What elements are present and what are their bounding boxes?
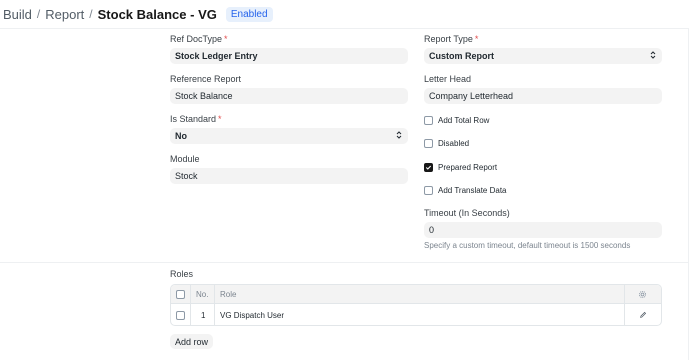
timeout-label: Timeout (In Seconds) (424, 208, 510, 218)
ref-doctype-label: Ref DocType * (170, 34, 228, 44)
is-standard-label: Is Standard * (170, 114, 222, 124)
timeout-help-text: Specify a custom timeout, default timeou… (424, 241, 631, 250)
report-type-value: Custom Report (429, 51, 494, 61)
column-header-role: Role (220, 289, 237, 299)
module-label: Module (170, 154, 200, 164)
timeout-value: 0 (429, 225, 435, 235)
letter-head-value: Company Letterhead (429, 91, 514, 101)
column-divider (624, 304, 625, 325)
check-icon (425, 165, 432, 170)
breadcrumb-separator: / (89, 7, 93, 21)
column-divider (214, 304, 215, 325)
reference-report-field[interactable]: Stock Balance (170, 88, 408, 104)
ref-doctype-value: Stock Ledger Entry (175, 51, 258, 61)
checkbox-box[interactable] (176, 289, 185, 299)
breadcrumb: Build / Report / Stock Balance - VG Enab… (0, 0, 690, 28)
status-badge: Enabled (225, 6, 273, 22)
checkbox-box[interactable] (176, 310, 185, 320)
checkbox-box[interactable] (424, 115, 433, 125)
table-header: No. Role (171, 285, 661, 304)
select-chevron-icon (650, 50, 656, 60)
prepared-report-checkbox[interactable]: Prepared Report (424, 161, 497, 173)
roles-table: No. Role 1 VG Dispatch User (170, 284, 662, 326)
section-divider (0, 262, 689, 263)
breadcrumb-separator: / (36, 7, 41, 21)
add-row-button[interactable]: Add row (170, 334, 214, 349)
select-all-checkbox[interactable] (176, 285, 185, 303)
column-header-no: No. (196, 289, 209, 299)
checkbox-box[interactable] (424, 138, 433, 148)
page-title: Stock Balance - VG (97, 6, 217, 22)
add-total-row-checkbox[interactable]: Add Total Row (424, 114, 489, 126)
disabled-checkbox[interactable]: Disabled (424, 137, 469, 149)
table-row[interactable]: 1 VG Dispatch User (171, 304, 661, 325)
report-type-select[interactable]: Custom Report (424, 48, 662, 64)
reference-report-label: Reference Report (170, 74, 242, 84)
row-role[interactable]: VG Dispatch User (220, 304, 284, 325)
timeout-field[interactable]: 0 (424, 222, 662, 238)
roles-label: Roles (170, 269, 194, 279)
letter-head-label: Letter Head (424, 74, 472, 84)
module-value: Stock (175, 171, 198, 181)
select-chevron-icon (396, 130, 402, 140)
column-divider (190, 304, 191, 325)
reference-report-value: Stock Balance (175, 91, 233, 101)
breadcrumb-build[interactable]: Build (3, 7, 32, 22)
is-standard-select[interactable]: No (170, 128, 408, 144)
column-divider (214, 285, 215, 303)
row-number: 1 (201, 310, 206, 320)
settings-gear-icon[interactable] (638, 285, 647, 303)
breadcrumb-report[interactable]: Report (45, 7, 84, 22)
is-standard-value: No (175, 131, 187, 141)
checkbox-box[interactable] (424, 185, 433, 195)
checkbox-label: Add Translate Data (438, 185, 507, 195)
checkbox-label: Add Total Row (438, 115, 490, 125)
checkbox-box[interactable] (424, 162, 433, 172)
edit-pencil-icon[interactable] (639, 304, 647, 325)
column-divider (190, 285, 191, 303)
checkbox-label: Prepared Report (438, 162, 498, 172)
letter-head-field[interactable]: Company Letterhead (424, 88, 662, 104)
module-field[interactable]: Stock (170, 168, 408, 184)
report-type-label: Report Type * (424, 34, 479, 44)
checkbox-label: Disabled (438, 138, 470, 148)
add-translate-data-checkbox[interactable]: Add Translate Data (424, 184, 506, 196)
ref-doctype-field[interactable]: Stock Ledger Entry (170, 48, 408, 64)
row-checkbox[interactable] (176, 304, 185, 325)
column-divider (624, 285, 625, 303)
